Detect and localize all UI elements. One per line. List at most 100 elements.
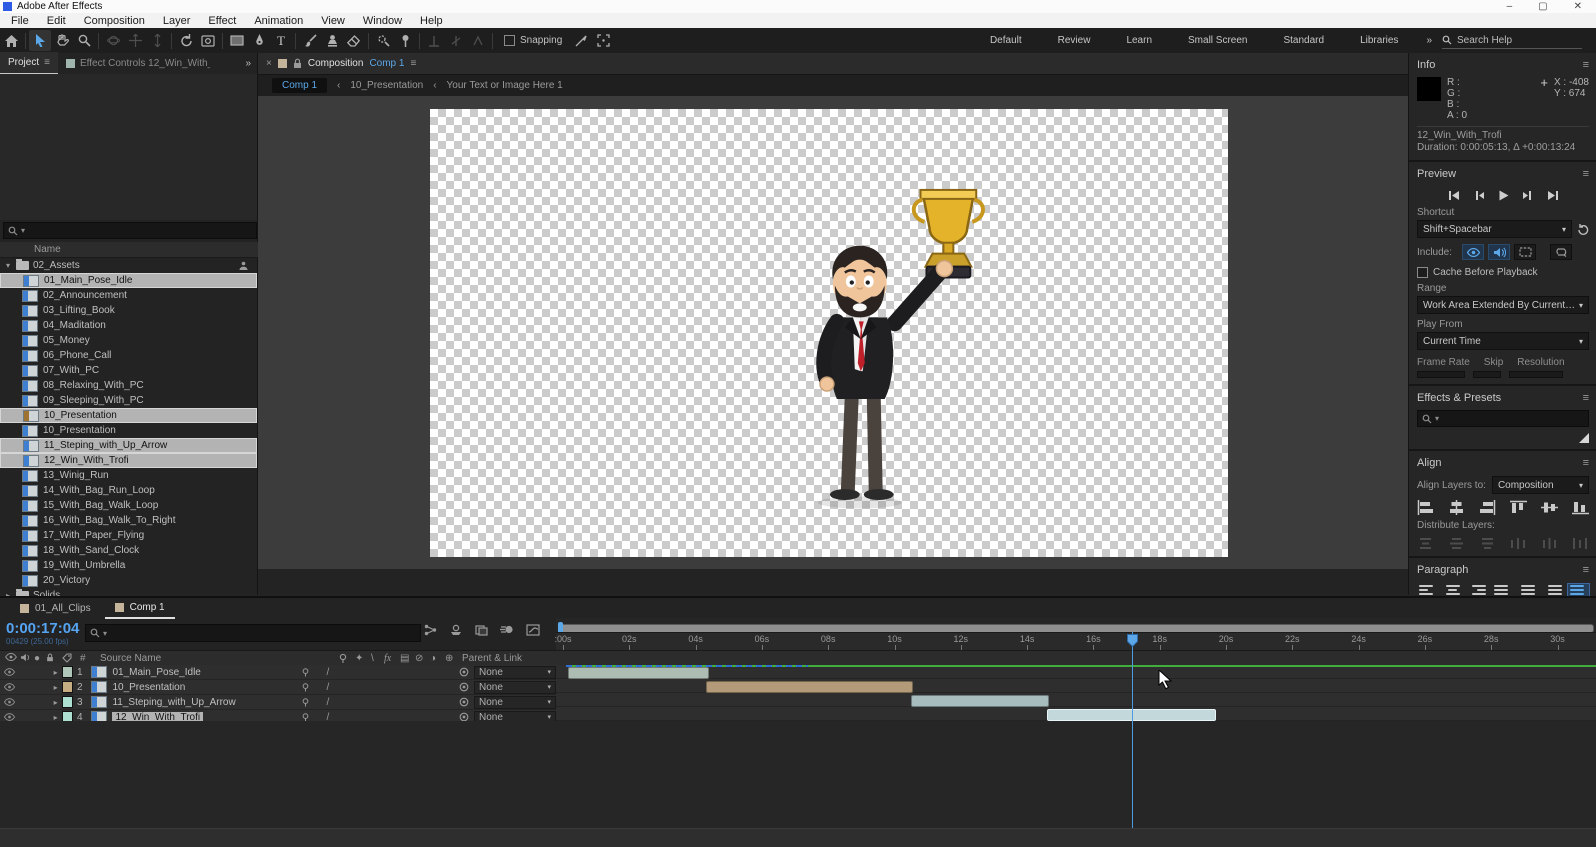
help-search-input[interactable]: Search Help — [1442, 33, 1582, 49]
layer-eye-icon[interactable] — [4, 713, 15, 721]
panel-overflow-icon[interactable]: » — [245, 58, 257, 69]
panel-menu-icon[interactable]: ≡ — [44, 57, 50, 68]
distribute-left-icon[interactable] — [1510, 537, 1527, 550]
project-item[interactable]: 17_With_Paper_Flying — [0, 528, 257, 543]
timeline-tab[interactable]: 01_All_Clips — [10, 598, 101, 618]
video-column-icon[interactable] — [5, 653, 17, 661]
axis-mode-world-icon[interactable] — [445, 30, 467, 51]
project-item[interactable]: 11_Steping_with_Up_Arrow — [0, 438, 257, 453]
layer-duration-bar[interactable] — [706, 681, 914, 693]
align-h-center-icon[interactable] — [1448, 500, 1465, 515]
zoom-tool-icon[interactable] — [73, 30, 95, 51]
project-item[interactable]: 16_With_Bag_Walk_To_Right — [0, 513, 257, 528]
menu-item[interactable]: Composition — [75, 15, 154, 27]
time-ruler-zone[interactable]: :00s02s04s06s08s10s12s14s16s18s20s22s24s… — [556, 618, 1596, 650]
panel-menu-icon[interactable]: ≡ — [1583, 457, 1589, 469]
workspace-tab[interactable]: Small Screen — [1170, 35, 1265, 46]
puppet-pin-icon[interactable] — [394, 30, 416, 51]
index-column-header[interactable]: # — [80, 653, 86, 664]
layer-eye-icon[interactable] — [4, 698, 15, 706]
workspace-tab[interactable]: Standard — [1265, 35, 1342, 46]
cache-checkbox[interactable] — [1417, 267, 1428, 278]
panel-menu-icon[interactable]: ≡ — [1583, 392, 1589, 404]
source-name-column-header[interactable]: Source Name — [100, 653, 161, 664]
composition-canvas[interactable] — [430, 109, 1228, 557]
clone-stamp-icon[interactable] — [321, 30, 343, 51]
layer-label-swatch[interactable] — [62, 666, 73, 678]
layer-label-swatch[interactable] — [62, 681, 73, 693]
menu-item[interactable]: Effect — [199, 15, 245, 27]
snap-features-icon[interactable] — [592, 30, 614, 51]
panel-menu-icon[interactable]: ≡ — [1583, 564, 1589, 576]
frame-blending-icon[interactable] — [475, 624, 488, 636]
home-icon[interactable] — [0, 30, 22, 51]
project-item[interactable]: 09_Sleeping_With_PC — [0, 393, 257, 408]
close-button[interactable]: ✕ — [1574, 0, 1582, 13]
snapping-toggle[interactable]: Snapping — [504, 35, 562, 46]
pick-whip-icon[interactable] — [459, 697, 469, 707]
project-folder-row[interactable]: ▾ 02_Assets — [0, 258, 257, 273]
last-frame-icon[interactable] — [1547, 190, 1559, 201]
align-v-center-icon[interactable] — [1541, 500, 1558, 515]
workspace-overflow-icon[interactable]: » — [1416, 35, 1442, 46]
draft-3d-icon[interactable] — [449, 624, 463, 636]
composition-mini-flowchart-icon[interactable] — [424, 624, 437, 636]
layer-shy-icon[interactable] — [301, 667, 310, 677]
graph-editor-icon[interactable] — [526, 624, 540, 636]
audio-column-icon[interactable] — [20, 653, 31, 662]
orbit-camera-icon[interactable] — [102, 30, 124, 51]
menu-item[interactable]: File — [2, 15, 38, 27]
distribute-v-center-icon[interactable] — [1448, 537, 1465, 550]
breadcrumb-presentation[interactable]: 10_Presentation — [350, 80, 423, 91]
align-left-icon[interactable] — [1417, 500, 1434, 515]
menu-item[interactable]: Animation — [245, 15, 312, 27]
layer-duration-bar[interactable] — [568, 667, 709, 679]
project-search-input[interactable]: ▾ — [3, 222, 257, 239]
project-item[interactable]: 14_With_Bag_Run_Loop — [0, 483, 257, 498]
unified-camera-icon[interactable] — [197, 30, 219, 51]
layer-duration-bar[interactable] — [911, 695, 1049, 707]
project-item[interactable]: 15_With_Bag_Walk_Loop — [0, 498, 257, 513]
reset-icon[interactable] — [1577, 223, 1589, 235]
project-item[interactable]: 10_Presentation — [0, 408, 257, 423]
parent-select[interactable]: None▾ — [474, 696, 556, 709]
frame-rate-select[interactable] — [1417, 371, 1465, 378]
menu-item[interactable]: Window — [354, 15, 411, 27]
axis-mode-local-icon[interactable] — [423, 30, 445, 51]
timeline-bars-zone[interactable] — [556, 665, 1596, 723]
caret-down-icon[interactable]: ▾ — [4, 261, 12, 270]
solo-column-icon[interactable]: ● — [34, 653, 40, 664]
layer-shy-icon[interactable] — [301, 682, 310, 692]
fx-column-icon[interactable]: fx — [384, 653, 391, 664]
rectangle-tool-icon[interactable] — [226, 30, 248, 51]
lock-icon[interactable] — [293, 58, 302, 69]
workspace-tab[interactable]: Libraries — [1342, 35, 1416, 46]
layer-expander-icon[interactable]: ▸ — [49, 683, 62, 692]
menu-item[interactable]: Layer — [154, 15, 200, 27]
minimize-button[interactable]: – — [1507, 0, 1513, 13]
align-target-select[interactable]: Composition▾ — [1492, 476, 1589, 494]
playhead-line[interactable] — [1132, 632, 1133, 828]
panel-menu-icon[interactable]: ≡ — [1583, 59, 1589, 71]
align-right-icon[interactable] — [1479, 500, 1496, 515]
rotate-tool-icon[interactable] — [175, 30, 197, 51]
tab-project[interactable]: Project ≡ — [0, 52, 58, 75]
brush-tool-icon[interactable] — [299, 30, 321, 51]
current-timecode[interactable]: 0:00:17:04 — [6, 620, 79, 637]
audio-speaker-icon[interactable] — [1488, 244, 1510, 260]
layer-label-swatch[interactable] — [62, 696, 73, 708]
layer-shy-icon[interactable] — [301, 697, 310, 707]
video-eye-icon[interactable] — [1462, 244, 1484, 260]
pick-whip-icon[interactable] — [459, 667, 469, 677]
project-item[interactable]: 08_Relaxing_With_PC — [0, 378, 257, 393]
frame-blend-column-icon[interactable]: ▤ — [400, 653, 409, 664]
layer-quality-icon[interactable]: / — [326, 697, 329, 708]
project-item[interactable]: 20_Victory — [0, 573, 257, 588]
layer-expander-icon[interactable]: ▸ — [49, 668, 62, 677]
distribute-top-icon[interactable] — [1417, 537, 1434, 550]
menu-item[interactable]: Help — [411, 15, 452, 27]
loop-icon[interactable] — [1550, 244, 1572, 260]
parent-select[interactable]: None▾ — [474, 681, 556, 694]
cache-before-playback-toggle[interactable]: Cache Before Playback — [1417, 267, 1589, 278]
workspace-tab[interactable]: Learn — [1108, 35, 1170, 46]
